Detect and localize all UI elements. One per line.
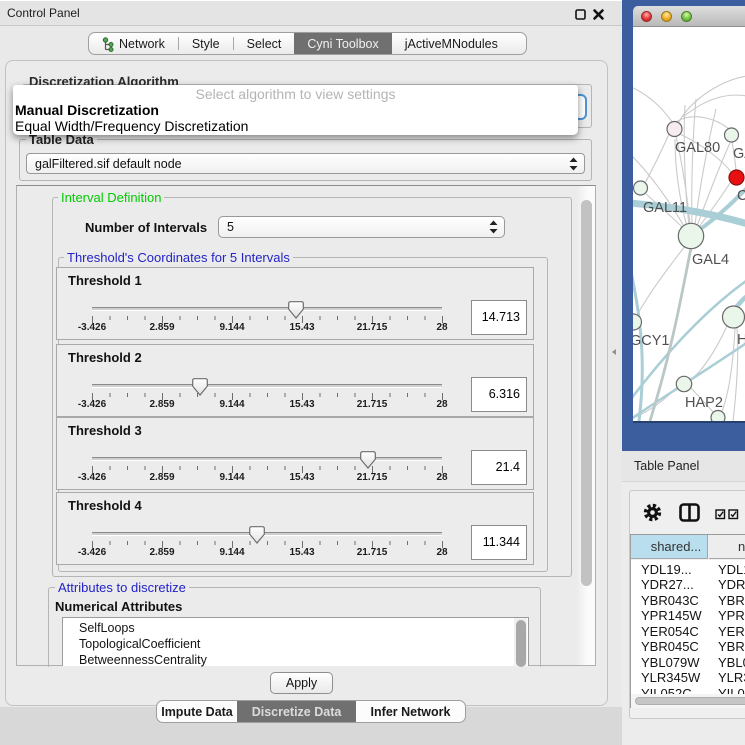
svg-text:H: H [737,332,745,348]
svg-text:GAL80: GAL80 [675,140,720,156]
svg-text:GAL4: GAL4 [692,252,729,268]
svg-text:GCY1: GCY1 [633,333,670,349]
svg-text:HAP2: HAP2 [685,395,723,411]
svg-text:C: C [737,188,745,204]
svg-text:GA: GA [733,146,745,162]
svg-text:GAL11: GAL11 [643,200,687,216]
